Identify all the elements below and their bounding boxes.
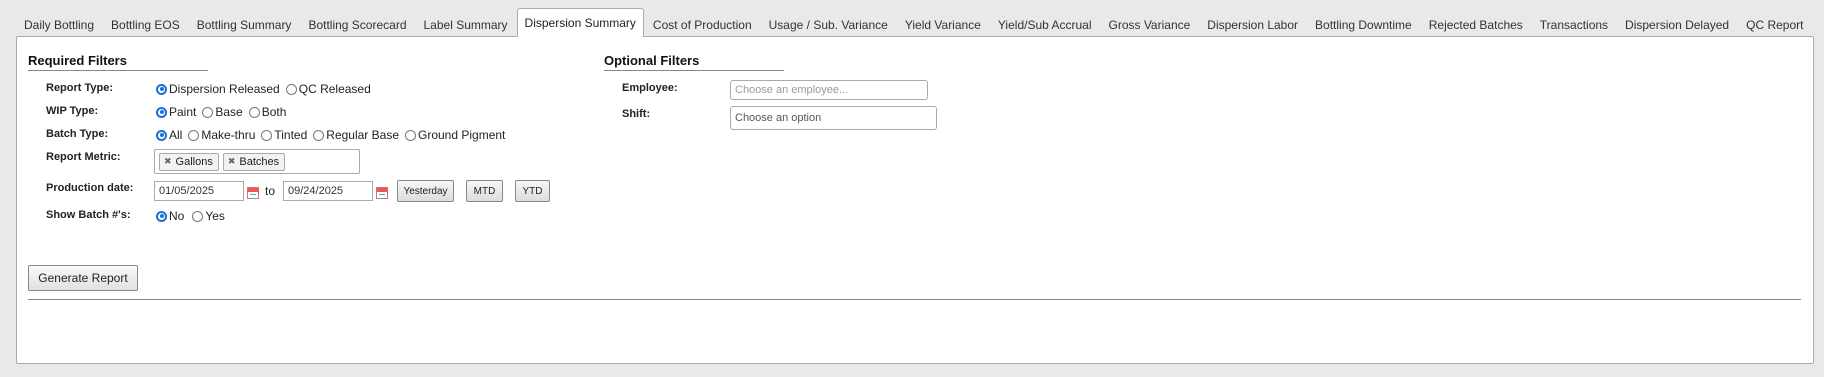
report-type-options: Dispersion Released QC Released	[156, 80, 373, 98]
shift-select[interactable]: Choose an option	[730, 106, 937, 130]
option-label: Ground Pigment	[418, 128, 506, 142]
tab-bottling-scorecard[interactable]: Bottling Scorecard	[300, 11, 414, 37]
production-date-from-input[interactable]: 01/05/2025	[154, 181, 244, 201]
report-type-label: Report Type:	[46, 82, 114, 94]
radio-selected-icon[interactable]	[156, 106, 167, 118]
batch-type-tinted[interactable]: Tinted	[261, 128, 307, 142]
radio-icon[interactable]	[188, 129, 200, 141]
radio-selected-icon[interactable]	[156, 210, 167, 222]
tab-dispersion-labor[interactable]: Dispersion Labor	[1199, 11, 1306, 37]
optional-filters-title: Optional Filters	[604, 53, 784, 71]
tab-bottling-eos[interactable]: Bottling EOS	[103, 11, 188, 37]
tab-yield-variance[interactable]: Yield Variance	[897, 11, 989, 37]
employee-label: Employee:	[622, 82, 678, 94]
wip-type-options: Paint Base Both	[156, 103, 288, 121]
required-filters-title: Required Filters	[28, 53, 208, 71]
metric-chip-gallons: ✖ Gallons	[159, 152, 219, 171]
option-label: QC Released	[298, 82, 371, 96]
batch-type-label: Batch Type:	[46, 128, 109, 140]
radio-selected-icon[interactable]	[156, 129, 167, 141]
metric-chip-batches: ✖ Batches	[222, 152, 286, 171]
tab-bottling-summary[interactable]: Bottling Summary	[189, 11, 300, 37]
report-tabs: Daily Bottling Bottling EOS Bottling Sum…	[16, 8, 1812, 37]
production-date-label: Production date:	[46, 182, 134, 194]
radio-icon[interactable]	[202, 106, 214, 118]
option-label: Tinted	[274, 128, 308, 142]
mtd-button[interactable]: MTD	[466, 180, 503, 202]
tab-bottling-downtime[interactable]: Bottling Downtime	[1307, 11, 1420, 37]
report-metric-label: Report Metric:	[46, 151, 121, 163]
option-label: Make-thru	[201, 128, 256, 142]
shift-label: Shift:	[622, 108, 651, 120]
chip-label: Gallons	[175, 155, 213, 168]
calendar-icon[interactable]	[376, 187, 388, 199]
radio-icon[interactable]	[261, 129, 273, 141]
tab-rejected-batches[interactable]: Rejected Batches	[1421, 11, 1531, 37]
yesterday-button[interactable]: Yesterday	[397, 180, 454, 202]
generate-report-button[interactable]: Generate Report	[28, 265, 138, 291]
option-label: Paint	[169, 105, 197, 119]
option-label: Base	[215, 105, 243, 119]
radio-icon[interactable]	[192, 210, 204, 222]
close-icon[interactable]: ✖	[228, 156, 236, 167]
batch-type-regular-base[interactable]: Regular Base	[313, 128, 399, 142]
wip-type-label: WIP Type:	[46, 105, 99, 117]
date-range-to-label: to	[265, 184, 276, 198]
tab-daily-bottling[interactable]: Daily Bottling	[16, 11, 102, 37]
tab-label-summary[interactable]: Label Summary	[416, 11, 516, 37]
tab-gross-variance[interactable]: Gross Variance	[1100, 11, 1198, 37]
ytd-button[interactable]: YTD	[515, 180, 550, 202]
report-type-qc-released[interactable]: QC Released	[285, 82, 371, 96]
option-label: Yes	[205, 209, 225, 223]
production-date-to-input[interactable]: 09/24/2025	[283, 181, 373, 201]
option-label: No	[169, 209, 185, 223]
wip-type-both[interactable]: Both	[248, 105, 287, 119]
employee-select[interactable]: Choose an employee...	[730, 80, 928, 100]
radio-icon[interactable]	[285, 83, 297, 95]
tab-qc-report[interactable]: QC Report	[1738, 11, 1811, 37]
batch-type-make-thru[interactable]: Make-thru	[188, 128, 255, 142]
tab-transactions[interactable]: Transactions	[1532, 11, 1616, 37]
wip-type-paint[interactable]: Paint	[156, 105, 196, 119]
tab-dispersion-summary[interactable]: Dispersion Summary	[516, 8, 644, 37]
show-batch-label: Show Batch #'s:	[46, 209, 131, 221]
calendar-icon[interactable]	[247, 187, 259, 199]
show-batch-yes[interactable]: Yes	[192, 209, 225, 223]
report-type-dispersion-released[interactable]: Dispersion Released	[156, 82, 280, 96]
chip-label: Batches	[239, 155, 280, 168]
show-batch-no[interactable]: No	[156, 209, 184, 223]
tab-yield-sub-accrual[interactable]: Yield/Sub Accrual	[990, 11, 1100, 37]
radio-selected-icon[interactable]	[156, 83, 167, 95]
radio-icon[interactable]	[405, 129, 416, 141]
divider	[28, 299, 1801, 300]
close-icon[interactable]: ✖	[164, 156, 172, 167]
batch-type-options: All Make-thru Tinted Regular Base Ground…	[156, 126, 507, 144]
wip-type-base[interactable]: Base	[202, 105, 243, 119]
tab-dispersion-delayed[interactable]: Dispersion Delayed	[1617, 11, 1737, 37]
option-label: Both	[261, 105, 287, 119]
show-batch-options: No Yes	[156, 207, 227, 225]
batch-type-all[interactable]: All	[156, 128, 182, 142]
option-label: Regular Base	[326, 128, 399, 142]
batch-type-ground-pigment[interactable]: Ground Pigment	[405, 128, 505, 142]
option-label: All	[169, 128, 183, 142]
report-metric-multiselect[interactable]: ✖ Gallons ✖ Batches	[154, 149, 360, 174]
radio-icon[interactable]	[313, 129, 325, 141]
option-label: Dispersion Released	[169, 82, 280, 96]
radio-icon[interactable]	[248, 106, 260, 118]
tab-usage-sub-variance[interactable]: Usage / Sub. Variance	[761, 11, 896, 37]
tab-cost-of-production[interactable]: Cost of Production	[645, 11, 760, 37]
